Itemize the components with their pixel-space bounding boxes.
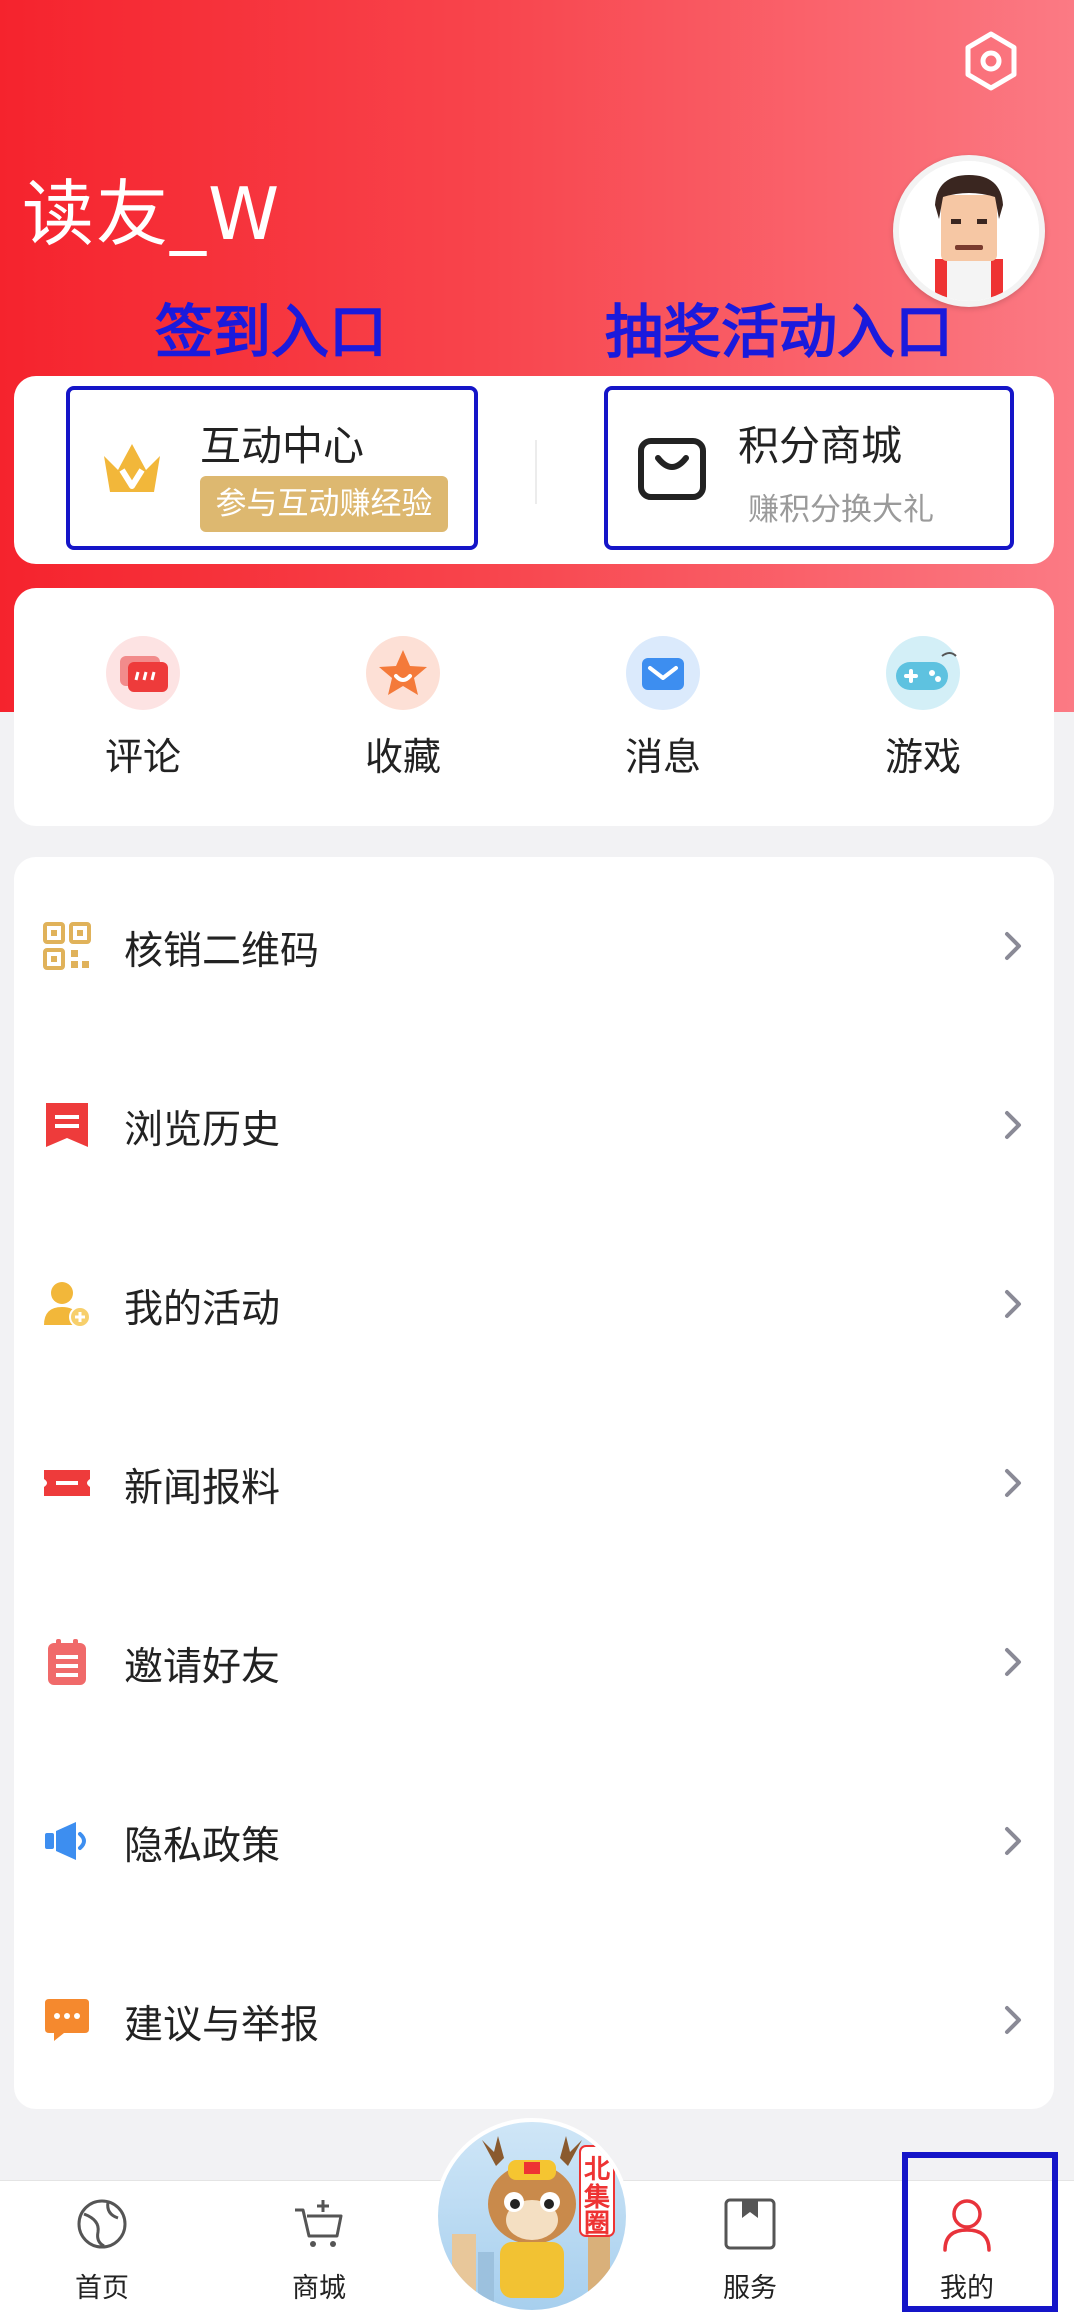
tab-label: 商城 [292,2273,346,2304]
tab-home[interactable]: 首页 [42,2196,162,2305]
shortcut-comment[interactable]: 评论 [73,636,213,781]
shortcut-favorites[interactable]: 收藏 [333,636,473,781]
menu-item-label: 我的活动 [124,1287,281,1332]
menu-item-label: 建议与举报 [124,2003,320,2048]
menu-item-invite-friends[interactable]: 邀请好友 [14,1573,1054,1751]
avatar-illustration [899,161,1039,301]
user-add-icon [44,1282,91,1328]
menu-item-label: 新闻报料 [124,1466,281,1511]
mascot-deer-illustration: 北 集 圈 [452,2136,615,2310]
tab-label: 服务 [723,2273,777,2304]
menu-item-qrcode[interactable]: 核销二维码 [14,857,1054,1035]
tab-label: 首页 [75,2273,129,2304]
checkin-entry-highlight [66,386,478,550]
shortcut-messages[interactable]: 消息 [593,636,733,781]
lottery-entry-highlight [604,386,1014,550]
qrcode-icon [43,922,91,970]
menu-item-feedback-report[interactable]: 建议与举报 [14,1931,1054,2109]
chevron-right-icon [1005,1648,1021,1676]
promo-divider [535,440,537,504]
menu-item-label: 浏览历史 [124,1108,281,1153]
comment-icon [106,636,180,710]
ticket-icon [44,1470,90,1496]
menu-item-history[interactable]: 浏览历史 [14,1036,1054,1214]
cart-add-icon [295,2200,343,2247]
star-icon [366,636,440,710]
svg-text:圈: 圈 [584,2209,610,2239]
menu-item-label: 邀请好友 [124,1645,281,1690]
bookmark-box-icon [724,2198,776,2250]
chevron-right-icon [1005,2006,1021,2034]
tab-mall[interactable]: 商城 [259,2196,379,2305]
globe-icon [77,2199,127,2249]
menu-item-news-tip[interactable]: 新闻报料 [14,1394,1054,1572]
history-icon [46,1103,88,1147]
svg-text:北: 北 [584,2155,610,2185]
chevron-right-icon [1005,1111,1021,1139]
shortcut-label: 收藏 [364,735,441,779]
annotation-checkin-entry: 签到入口 [155,298,388,366]
chat-bubble-icon [45,1999,89,2041]
megaphone-icon [45,1822,86,1860]
mascot-center-tab[interactable]: 北 集 圈 [434,2118,630,2314]
notepad-icon [48,1639,86,1685]
chevron-right-icon [1005,1290,1021,1318]
shortcut-label: 消息 [624,735,701,779]
mine-tab-highlight [902,2152,1058,2312]
mail-icon [626,636,700,710]
gamepad-icon [886,636,960,710]
menu-item-privacy-policy[interactable]: 隐私政策 [14,1752,1054,1930]
shortcut-label: 评论 [104,735,181,779]
shortcut-games[interactable]: 游戏 [853,636,993,781]
menu-item-label: 核销二维码 [124,929,320,974]
annotation-lottery-entry: 抽奖活动入口 [605,298,954,366]
chevron-right-icon [1005,932,1021,960]
chevron-right-icon [1005,1469,1021,1497]
chevron-right-icon [1005,1827,1021,1855]
shortcut-label: 游戏 [884,735,961,779]
username[interactable]: 读友_W [22,155,281,260]
settings-icon[interactable] [960,30,1022,92]
menu-item-label: 隐私政策 [124,1824,281,1869]
tab-service[interactable]: 服务 [690,2196,810,2305]
menu-item-my-activities[interactable]: 我的活动 [14,1215,1054,1393]
